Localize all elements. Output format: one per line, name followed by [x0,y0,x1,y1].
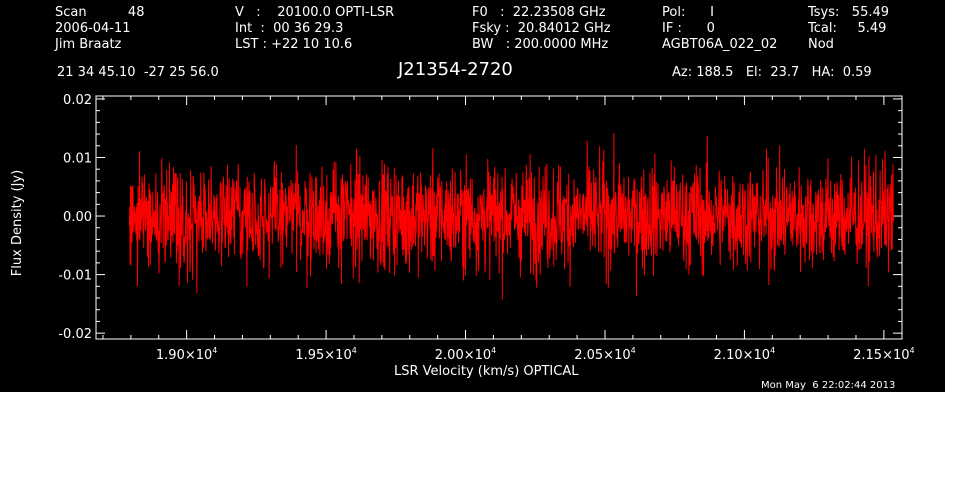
y-tick-label: -0.02 [58,327,92,342]
series-group [128,132,895,300]
y-tick-label: -0.01 [58,269,92,284]
series-line [128,132,895,300]
x-tick-label: 2.15×104 [853,346,914,363]
y-tick-label: 0.00 [63,210,92,225]
y-tick-label: 0.02 [63,93,92,108]
x-tick-label: 1.90×104 [156,346,217,363]
x-tick-label: 1.95×104 [295,346,356,363]
x-tick-label: 2.00×104 [435,346,496,363]
spectrum-chart: 1.90×104 1.95×104 2.00×104 2.05×104 2.10×104… [58,93,914,363]
x-tick-label: 2.10×104 [714,346,775,363]
x-tick-label: 2.05×104 [574,346,635,363]
y-tick-label: 0.01 [63,151,92,166]
